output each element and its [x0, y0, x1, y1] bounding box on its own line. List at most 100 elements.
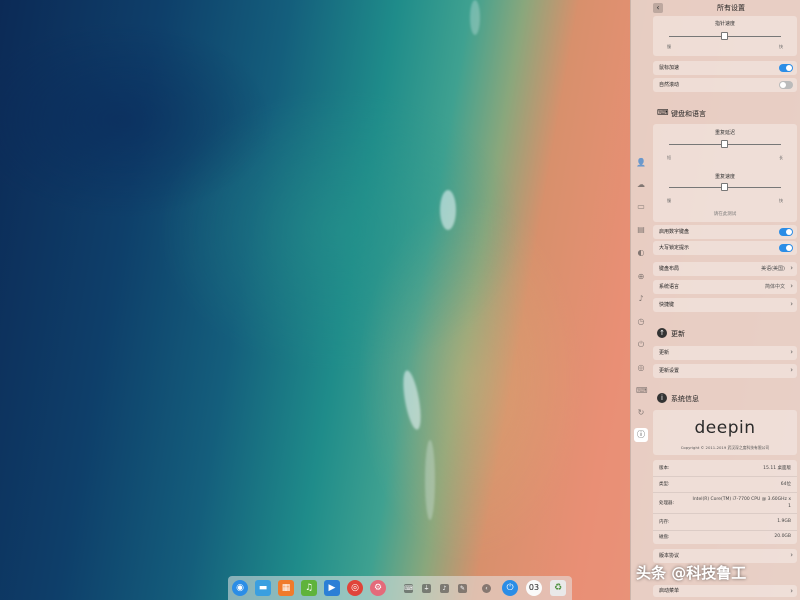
slider-max-label: 快 — [779, 44, 783, 49]
shortcuts-row[interactable]: 快捷键 › — [653, 298, 797, 312]
update-settings-row[interactable]: 更新设置 › — [653, 364, 797, 378]
slider-max-label: 长 — [779, 155, 783, 160]
app-store-icon[interactable]: ▦ — [278, 580, 294, 596]
chevron-right-icon: › — [790, 348, 793, 356]
usb-tray-icon[interactable]: ⏚ — [422, 584, 431, 593]
repeat-test-field[interactable]: 请在此测试 — [653, 211, 797, 217]
default-apps-icon[interactable]: ▤ — [636, 225, 646, 235]
cpu-label: 处理器: — [659, 501, 675, 506]
personalization-icon[interactable]: ◐ — [636, 248, 646, 258]
numlock-toggle[interactable] — [779, 228, 793, 236]
update-section-title: 更新 — [671, 330, 685, 338]
keyboard-layout-label: 键盘布局 — [659, 266, 680, 272]
numlock-row: 启用数字键盘 — [653, 225, 797, 239]
natural-scroll-label: 自然滚动 — [659, 82, 680, 88]
update-label: 更新 — [659, 350, 670, 356]
license-label: 版本协议 — [659, 553, 680, 559]
back-button[interactable]: ‹ — [653, 3, 663, 13]
chevron-right-icon: › — [790, 282, 793, 290]
panel-header: ‹ 所有设置 — [631, 0, 800, 16]
capslock-row: 大写锁定提示 — [653, 241, 797, 255]
settings-icon[interactable]: ⚙ — [370, 580, 386, 596]
trash-icon[interactable]: ♻ — [550, 580, 566, 596]
file-manager-icon[interactable]: ▬ — [255, 580, 271, 596]
chevron-left-icon[interactable]: ‹ — [482, 584, 491, 593]
account-icon[interactable]: 👤 — [636, 158, 646, 168]
chevron-right-icon: › — [790, 300, 793, 308]
keyboard-layout-row[interactable]: 键盘布局 美语(美国) › — [653, 262, 797, 276]
update-row[interactable]: 更新 › — [653, 346, 797, 360]
time-icon[interactable]: ◷ — [636, 317, 646, 327]
mouse-accel-row: 鼠标加速 — [653, 61, 797, 75]
slider-max-label: 快 — [779, 198, 783, 203]
deepin-logo-card: deepin Copyright © 2011-2019 武汉深之度科技有限公司 — [653, 410, 797, 455]
keyboard-repeat-card: 重复延迟 短 长 重复速度 慢 快 请在此测试 — [653, 124, 797, 222]
info-icon[interactable]: ⓘ — [634, 428, 648, 442]
power-button-icon[interactable]: ⏻ — [502, 580, 518, 596]
music-icon[interactable]: ♫ — [301, 580, 317, 596]
repeat-delay-label: 重复延迟 — [714, 130, 735, 136]
update-section-icon: ↑ — [657, 328, 667, 338]
mouse-accel-label: 鼠标加速 — [659, 65, 680, 71]
memory-value: 1.9GB — [777, 519, 791, 524]
cloud-icon[interactable]: ☁ — [636, 180, 646, 190]
copyright-text: Copyright © 2011-2019 武汉深之度科技有限公司 — [680, 445, 770, 450]
repeat-delay-thumb[interactable] — [721, 140, 728, 148]
keyboard-icon[interactable]: ⌨ — [636, 386, 648, 396]
pointer-speed-card: 指针速度 慢 快 — [653, 16, 797, 56]
chevron-right-icon: › — [790, 551, 793, 559]
keyboard-section-title: 键盘和语言 — [671, 110, 706, 118]
launcher-icon[interactable]: ◉ — [232, 580, 248, 596]
numlock-label: 启用数字键盘 — [659, 229, 690, 235]
system-language-row[interactable]: 系统语言 简体中文 › — [653, 280, 797, 294]
update-settings-label: 更新设置 — [659, 368, 680, 374]
boot-menu-row[interactable]: 启动菜单 › — [653, 585, 797, 597]
type-label: 类型: — [659, 482, 670, 487]
display-icon[interactable]: ▭ — [636, 202, 646, 212]
pointer-speed-thumb[interactable] — [721, 32, 728, 40]
mouse-icon[interactable]: ◎ — [636, 363, 646, 373]
clock-icon[interactable]: 03 — [526, 580, 542, 596]
slider-min-label: 短 — [667, 155, 671, 160]
sysinfo-section-icon: i — [657, 393, 667, 403]
type-value: 64位 — [780, 482, 791, 487]
keyboard-section-icon: ⌨ — [657, 108, 669, 117]
capslock-toggle[interactable] — [779, 244, 793, 252]
control-center: ‹ 所有设置 👤 ☁ ▭ ▤ ◐ ⊕ ♪ ◷ ⏻ ◎ ⌨ ↻ ⓘ 指针速度 慢 … — [630, 0, 800, 600]
panel-title: 所有设置 — [717, 4, 745, 12]
cpu-value: Intel(R) Core(TM) i7-7700 CPU @ 3.60GHz … — [692, 497, 792, 509]
boot-menu-label: 启动菜单 — [659, 588, 680, 594]
slider-min-label: 慢 — [667, 198, 671, 203]
volume-tray-icon[interactable]: ♪ — [440, 584, 449, 593]
system-language-value: 简体中文 — [764, 284, 785, 290]
keyboard-tray-icon[interactable]: ⌨ — [404, 584, 413, 593]
shortcuts-label: 快捷键 — [659, 302, 675, 308]
update-icon[interactable]: ↻ — [636, 408, 646, 418]
watermark: 头条 @科技鲁工 — [636, 564, 747, 582]
repeat-rate-thumb[interactable] — [721, 183, 728, 191]
power-icon[interactable]: ⏻ — [636, 340, 646, 350]
pointer-speed-label: 指针速度 — [714, 21, 735, 27]
disk-label: 磁盘: — [659, 535, 670, 540]
network-icon[interactable]: ⊕ — [636, 272, 646, 282]
natural-scroll-toggle[interactable] — [779, 81, 793, 89]
browser-icon[interactable]: ◎ — [347, 580, 363, 596]
sysinfo-card: 版本: 15.11 桌面版 类型: 64位 处理器: Intel(R) Core… — [653, 460, 797, 544]
sound-icon[interactable]: ♪ — [636, 294, 646, 304]
memory-label: 内存: — [659, 520, 670, 525]
keyboard-layout-value: 美语(美国) — [761, 266, 785, 272]
slider-min-label: 慢 — [667, 44, 671, 49]
movie-icon[interactable]: ▶ — [324, 580, 340, 596]
chevron-right-icon: › — [790, 366, 793, 374]
version-value: 15.11 桌面版 — [763, 466, 791, 471]
mouse-accel-toggle[interactable] — [779, 64, 793, 72]
pen-tray-icon[interactable]: ✎ — [458, 584, 467, 593]
version-label: 版本: — [659, 466, 670, 471]
dock: ◉ ▬ ▦ ♫ ▶ ◎ ⚙ ⌨ ⏚ ♪ ✎ ‹ ⏻ 03 ♻ — [228, 576, 572, 600]
disk-value: 20.0GB — [774, 534, 791, 539]
repeat-rate-label: 重复速度 — [714, 174, 735, 180]
deepin-logo: deepin — [694, 418, 756, 438]
chevron-right-icon: › — [790, 264, 793, 272]
license-row[interactable]: 版本协议 › — [653, 549, 797, 563]
chevron-right-icon: › — [790, 587, 793, 595]
